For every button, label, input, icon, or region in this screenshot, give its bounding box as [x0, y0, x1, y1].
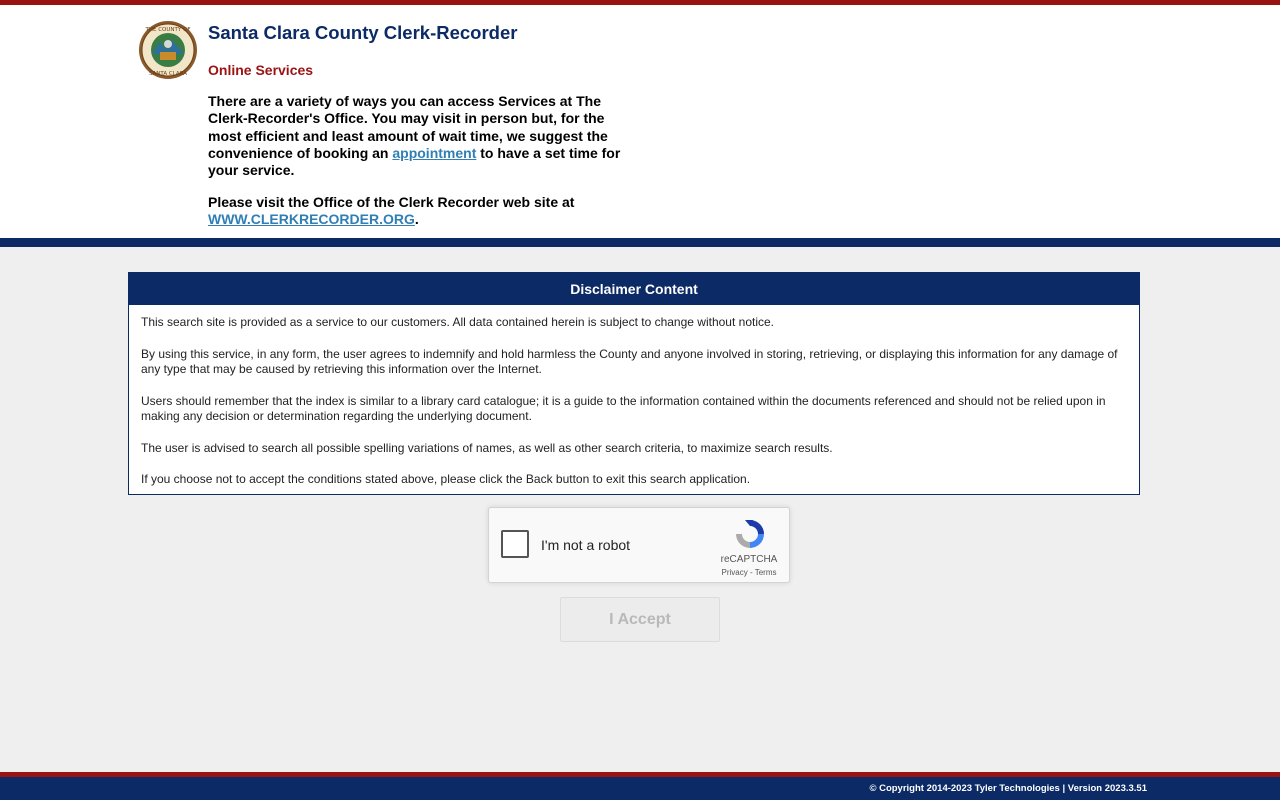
page-title: Santa Clara County Clerk-Recorder — [208, 22, 518, 43]
disclaimer-panel: Disclaimer Content This search site is p… — [128, 272, 1140, 495]
disclaimer-paragraph: If you choose not to accept the conditio… — [141, 472, 751, 486]
copyright-text: © Copyright 2014-2023 Tyler Technologies… — [869, 783, 1147, 794]
recaptcha-privacy-link[interactable]: Privacy — [722, 568, 748, 577]
header-divider — [0, 238, 1280, 247]
clerk-recorder-site-link[interactable]: WWW.CLERKRECORDER.ORG — [208, 211, 415, 227]
svg-text:THE COUNTY OF: THE COUNTY OF — [145, 27, 191, 33]
recaptcha-brand: reCAPTCHA — [720, 554, 778, 565]
recaptcha-link-separator: - — [747, 568, 755, 577]
disclaimer-body: This search site is provided as a servic… — [129, 305, 1139, 488]
visit-text: Please visit the Office of the Clerk Rec… — [208, 194, 575, 210]
page-footer: © Copyright 2014-2023 Tyler Technologies… — [0, 777, 1280, 800]
disclaimer-paragraph: The user is advised to search all possib… — [141, 440, 833, 455]
county-seal-icon: THE COUNTY OF SANTA CLARA — [138, 20, 198, 80]
disclaimer-heading: Disclaimer Content — [129, 273, 1139, 305]
recaptcha-icon — [733, 517, 767, 551]
accept-button[interactable]: I Accept — [560, 597, 720, 642]
disclaimer-paragraph: This search site is provided as a servic… — [141, 315, 774, 329]
visit-suffix: . — [414, 211, 419, 228]
intro-paragraph: There are a variety of ways you can acce… — [208, 93, 628, 179]
visit-paragraph: Please visit the Office of the Clerk Rec… — [208, 194, 638, 229]
recaptcha-checkbox[interactable] — [501, 530, 529, 558]
appointment-link[interactable]: appointment — [392, 145, 476, 161]
recaptcha-label: I'm not a robot — [541, 537, 631, 553]
recaptcha-terms-link[interactable]: Terms — [755, 568, 777, 577]
page-subtitle: Online Services — [208, 62, 314, 78]
disclaimer-paragraph: By using this service, in any form, the … — [141, 346, 1118, 377]
recaptcha-widget: I'm not a robot reCAPTCHA Privacy - Term… — [488, 507, 790, 583]
svg-text:SANTA CLARA: SANTA CLARA — [149, 71, 187, 77]
disclaimer-paragraph: Users should remember that the index is … — [141, 393, 1106, 424]
recaptcha-links: Privacy - Terms — [711, 568, 787, 577]
page-header: THE COUNTY OF SANTA CLARA Santa Clara Co… — [0, 5, 1280, 238]
